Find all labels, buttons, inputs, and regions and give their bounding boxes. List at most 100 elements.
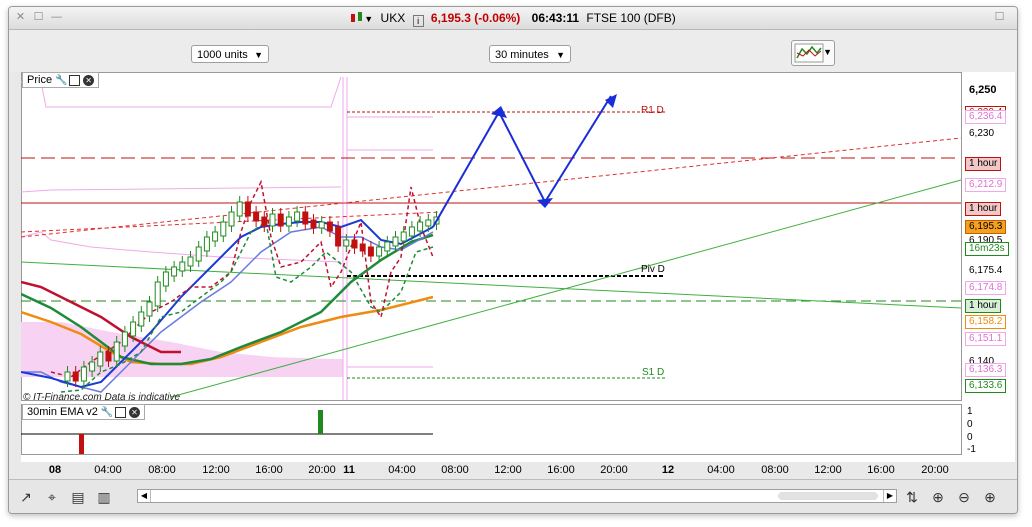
time-axis-label: 12 xyxy=(661,464,675,476)
chart-tools-button[interactable]: ▼ xyxy=(791,40,835,66)
price-axis-label: 6,212.9 xyxy=(965,178,1007,192)
window-icon[interactable] xyxy=(69,74,81,86)
candle xyxy=(261,216,268,227)
ema-axis-label: 0 xyxy=(967,419,973,430)
time-axis-label: 04:00 xyxy=(388,464,416,476)
candle xyxy=(220,221,227,237)
s1-label: S1 D xyxy=(642,367,665,378)
candle-icon xyxy=(350,11,364,27)
chart-window: ✕ ☐ — ☐ ▼ UKX i 6,195.3 (-0.06%) 06:43:1… xyxy=(8,6,1018,514)
ema-axis-label: 0 xyxy=(967,432,973,443)
price-label: 6,195.3 (-0.06%) xyxy=(430,11,521,25)
drawing-tool-icon[interactable]: ↗ xyxy=(17,488,35,506)
time-axis-label: 20:00 xyxy=(308,464,336,476)
time-axis-label: 12:00 xyxy=(202,464,230,476)
price-panel-title: Price 🔧 ✕ xyxy=(22,72,100,88)
candle xyxy=(343,239,350,247)
candle xyxy=(113,341,120,362)
price-axis-label: 1 hour xyxy=(965,299,1002,313)
close-circle-icon[interactable]: ✕ xyxy=(128,406,140,418)
ema-axis-label: -1 xyxy=(967,444,976,455)
ema-axis-label: 1 xyxy=(967,406,973,417)
interval-select[interactable]: 30 minutes ▼ xyxy=(489,45,571,63)
scroll-thumb[interactable] xyxy=(778,492,878,500)
candle xyxy=(367,246,374,257)
candle xyxy=(179,261,186,272)
chart-scrollbar[interactable]: ◀ ▶ xyxy=(137,489,897,503)
candle xyxy=(89,361,96,372)
candle xyxy=(105,351,112,362)
candle xyxy=(203,236,210,252)
candle xyxy=(171,266,178,277)
candle xyxy=(408,226,415,237)
candle xyxy=(72,371,79,382)
chart-canvas[interactable] xyxy=(21,72,1015,462)
candle xyxy=(400,231,407,242)
candle xyxy=(64,371,71,382)
time-axis-label: 08:00 xyxy=(761,464,789,476)
scroll-right-icon[interactable]: ▶ xyxy=(883,490,896,502)
title-bar: ✕ ☐ — ☐ ▼ UKX i 6,195.3 (-0.06%) 06:43:1… xyxy=(9,7,1017,30)
candle xyxy=(417,221,424,232)
units-value: 1000 units xyxy=(197,49,248,61)
candle xyxy=(187,256,194,267)
chevron-down-icon: ▼ xyxy=(823,47,832,57)
symbol-dropdown-icon[interactable]: ▼ xyxy=(364,14,373,24)
candle xyxy=(154,281,161,307)
bottom-toolbar: ↗ ⌖ ▤ ▥ ◀ ▶ ⇅ ⊕ ⊖ ⊕ xyxy=(9,479,1017,513)
symbol-label: UKX xyxy=(380,11,406,25)
zoom-out-icon[interactable]: ⊖ xyxy=(955,488,973,506)
watermark: © IT-Finance.com Data is indicative xyxy=(23,392,181,403)
candle xyxy=(162,271,169,287)
candle xyxy=(236,201,243,217)
units-select[interactable]: 1000 units ▼ xyxy=(191,45,269,63)
bollinger-band-line xyxy=(21,231,342,263)
candle xyxy=(285,216,292,227)
zoom-in-icon[interactable]: ⊕ xyxy=(981,488,999,506)
price-axis-label: 1 hour xyxy=(965,157,1002,171)
candle xyxy=(244,201,251,217)
candle-chart-icon[interactable]: ▥ xyxy=(95,488,113,506)
scroll-left-icon[interactable]: ◀ xyxy=(138,490,151,502)
chevron-down-icon: ▼ xyxy=(254,50,263,60)
candle xyxy=(302,211,309,225)
price-axis-label: 6,195.3 xyxy=(965,220,1007,234)
indicator-icon[interactable]: ⇅ xyxy=(903,488,921,506)
time-label: 06:43:11 xyxy=(531,11,580,25)
candle xyxy=(195,246,202,262)
candle xyxy=(392,236,399,247)
candle xyxy=(212,231,219,242)
price-axis-label: 6,174.8 xyxy=(965,281,1007,295)
fit-zoom-icon[interactable]: ⊕ xyxy=(929,488,947,506)
bollinger-mid-line xyxy=(21,186,342,193)
chart-tools-icon xyxy=(794,43,824,63)
chart-area[interactable]: Price 🔧 ✕ © IT-Finance.com Data is indic… xyxy=(21,72,1015,476)
candle xyxy=(359,243,366,252)
candle xyxy=(310,219,317,229)
price-axis-label: 1 hour xyxy=(965,202,1002,216)
time-axis-label: 04:00 xyxy=(94,464,122,476)
candle xyxy=(97,351,104,367)
instrument-label: FTSE 100 (DFB) xyxy=(586,11,676,25)
candle xyxy=(326,221,333,232)
candle xyxy=(121,331,128,347)
chevron-down-icon: ▼ xyxy=(556,50,565,60)
time-axis-label: 08 xyxy=(48,464,62,476)
price-axis-top: 6,250 xyxy=(969,84,997,96)
window-icon[interactable] xyxy=(114,406,126,418)
ema-signal-up xyxy=(318,410,323,434)
wrench-icon[interactable]: 🔧 xyxy=(55,75,67,86)
wrench-icon[interactable]: 🔧 xyxy=(101,407,113,418)
price-axis-label: 6,136.3 xyxy=(965,363,1007,377)
time-axis-label: 12:00 xyxy=(814,464,842,476)
time-axis-label: 08:00 xyxy=(441,464,469,476)
close-circle-icon[interactable]: ✕ xyxy=(83,74,95,86)
crosshair-icon[interactable]: ⌖ xyxy=(43,488,61,506)
info-icon[interactable]: i xyxy=(412,15,424,27)
time-axis-label: 20:00 xyxy=(600,464,628,476)
list-icon[interactable]: ▤ xyxy=(69,488,87,506)
time-axis-label: 04:00 xyxy=(707,464,735,476)
price-axis-label: 6,175.4 xyxy=(969,265,1003,276)
candle xyxy=(269,213,276,227)
candle xyxy=(80,366,87,382)
